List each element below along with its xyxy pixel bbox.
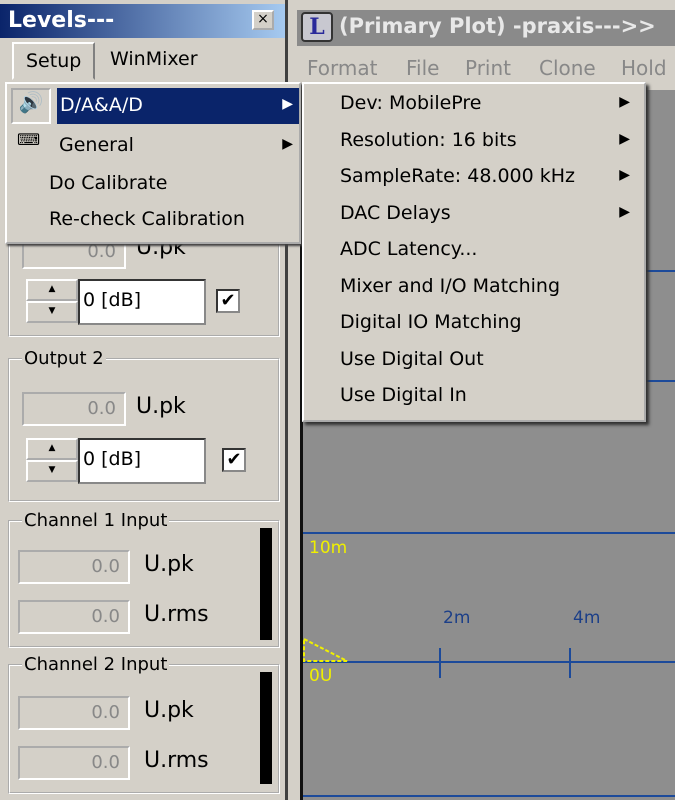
output-2-gain-spinner[interactable]: ▲ ▼	[26, 438, 78, 484]
channel-1-input-group: Channel 1 Input 0.0 U.pk 0.0 U.rms	[8, 510, 280, 648]
channel-1-level-meter	[260, 528, 272, 640]
levels-title-bar: Levels---	[0, 4, 285, 38]
plot-title: (Primary Plot) -praxis--->>	[339, 14, 656, 38]
output-1-gain-spinner[interactable]: ▲ ▼	[26, 279, 78, 325]
submenu-arrow-icon: ▶	[619, 204, 630, 220]
channel-2-upk-value: 0.0	[18, 696, 130, 730]
submenu-arrow-icon: ▶	[282, 136, 293, 152]
levels-title: Levels---	[8, 8, 115, 33]
plot-title-bar: L (Primary Plot) -praxis--->>	[297, 10, 675, 46]
menu-item-label: General	[59, 134, 134, 156]
menu-item-label: DAC Delays	[340, 202, 451, 224]
speaker-icon: 🔊	[11, 88, 51, 124]
setup-menu: 🔊 D/A&A/D ▶ ⌨ General ▶ Do Calibrate Re-ch…	[5, 82, 301, 244]
menu-item-use-digital-out[interactable]: Use Digital Out	[304, 342, 644, 378]
menu-print[interactable]: Print	[465, 56, 511, 80]
spin-down-icon[interactable]: ▼	[26, 301, 78, 323]
menu-item-label: Resolution: 16 bits	[340, 129, 517, 151]
output-1-enable-checkbox[interactable]: ✔	[216, 289, 240, 313]
menu-item-label: Dev: MobilePre	[340, 92, 482, 114]
x-label-4m: 4m	[573, 608, 601, 628]
channel-2-input-group: Channel 2 Input 0.0 U.pk 0.0 U.rms	[8, 654, 280, 794]
output-2-upk-unit: U.pk	[136, 394, 186, 419]
output-2-gain-field[interactable]: 0 [dB]	[78, 438, 206, 484]
menu-item-recheck-calibration[interactable]: Re-check Calibration	[7, 202, 299, 238]
channel-2-urms-unit: U.rms	[144, 748, 209, 773]
zero-marker-icon[interactable]	[303, 638, 349, 664]
channel-2-level-meter	[260, 672, 272, 784]
spin-up-icon[interactable]: ▲	[26, 279, 78, 301]
output-2-enable-checkbox[interactable]: ✔	[222, 448, 246, 472]
menu-item-label: D/A&A/D	[60, 94, 143, 116]
submenu-arrow-icon: ▶	[282, 96, 293, 112]
app-logo-icon: L	[301, 12, 333, 42]
menu-item-use-digital-in[interactable]: Use Digital In	[304, 378, 644, 414]
channel-1-upk-value: 0.0	[18, 550, 130, 584]
grid-line	[303, 795, 675, 797]
menu-item-samplerate[interactable]: SampleRate: 48.000 kHz ▶	[304, 159, 644, 195]
submenu-arrow-icon: ▶	[619, 131, 630, 147]
x-label-2m: 2m	[443, 608, 471, 628]
menu-hold[interactable]: Hold	[621, 56, 667, 80]
channel-1-label: Channel 1 Input	[22, 510, 170, 531]
spin-up-icon[interactable]: ▲	[26, 438, 78, 460]
channel-1-urms-unit: U.rms	[144, 602, 209, 627]
output-2-upk-value: 0.0	[22, 392, 126, 426]
x-tick	[439, 648, 441, 678]
menu-item-adc-latency[interactable]: ADC Latency...	[304, 232, 644, 268]
channel-2-upk-unit: U.pk	[144, 698, 194, 723]
output-1-gain-field[interactable]: 0 [dB]	[78, 279, 206, 325]
channel-1-urms-value: 0.0	[18, 600, 130, 634]
tab-setup[interactable]: Setup	[12, 42, 96, 80]
channel-2-label: Channel 2 Input	[22, 654, 170, 675]
output-2-group: Output 2 0.0 U.pk ▲ ▼ 0 [dB] ✔	[8, 348, 280, 502]
menu-item-da-ad[interactable]: D/A&A/D ▶	[57, 88, 299, 124]
menu-item-label: SampleRate: 48.000 kHz	[340, 165, 576, 187]
menu-item-resolution[interactable]: Resolution: 16 bits ▶	[304, 123, 644, 159]
grid-line	[303, 532, 675, 534]
menu-format[interactable]: Format	[307, 56, 377, 80]
menu-item-general[interactable]: General ▶	[7, 128, 299, 164]
menu-item-dac-delays[interactable]: DAC Delays ▶	[304, 196, 644, 232]
menu-file[interactable]: File	[406, 56, 439, 80]
output-2-label: Output 2	[22, 348, 106, 369]
close-button[interactable]: ×	[252, 10, 274, 30]
zero-line	[303, 661, 675, 663]
submenu-arrow-icon: ▶	[619, 167, 630, 183]
y-label-10m: 10m	[309, 538, 348, 558]
menu-item-dev[interactable]: Dev: MobilePre ▶	[304, 86, 644, 122]
da-ad-submenu: Dev: MobilePre ▶ Resolution: 16 bits ▶ Sam…	[302, 82, 646, 422]
menu-item-digital-io-matching[interactable]: Digital IO Matching	[304, 305, 644, 341]
channel-1-upk-unit: U.pk	[144, 552, 194, 577]
menu-clone[interactable]: Clone	[539, 56, 596, 80]
tab-winmixer[interactable]: WinMixer	[98, 42, 210, 80]
channel-2-urms-value: 0.0	[18, 746, 130, 780]
x-tick	[569, 648, 571, 678]
menu-item-mixer-io-matching[interactable]: Mixer and I/O Matching	[304, 269, 644, 305]
spin-down-icon[interactable]: ▼	[26, 460, 78, 482]
submenu-arrow-icon: ▶	[619, 94, 630, 110]
y-label-0u: 0U	[309, 666, 333, 686]
menu-item-do-calibrate[interactable]: Do Calibrate	[7, 166, 299, 202]
